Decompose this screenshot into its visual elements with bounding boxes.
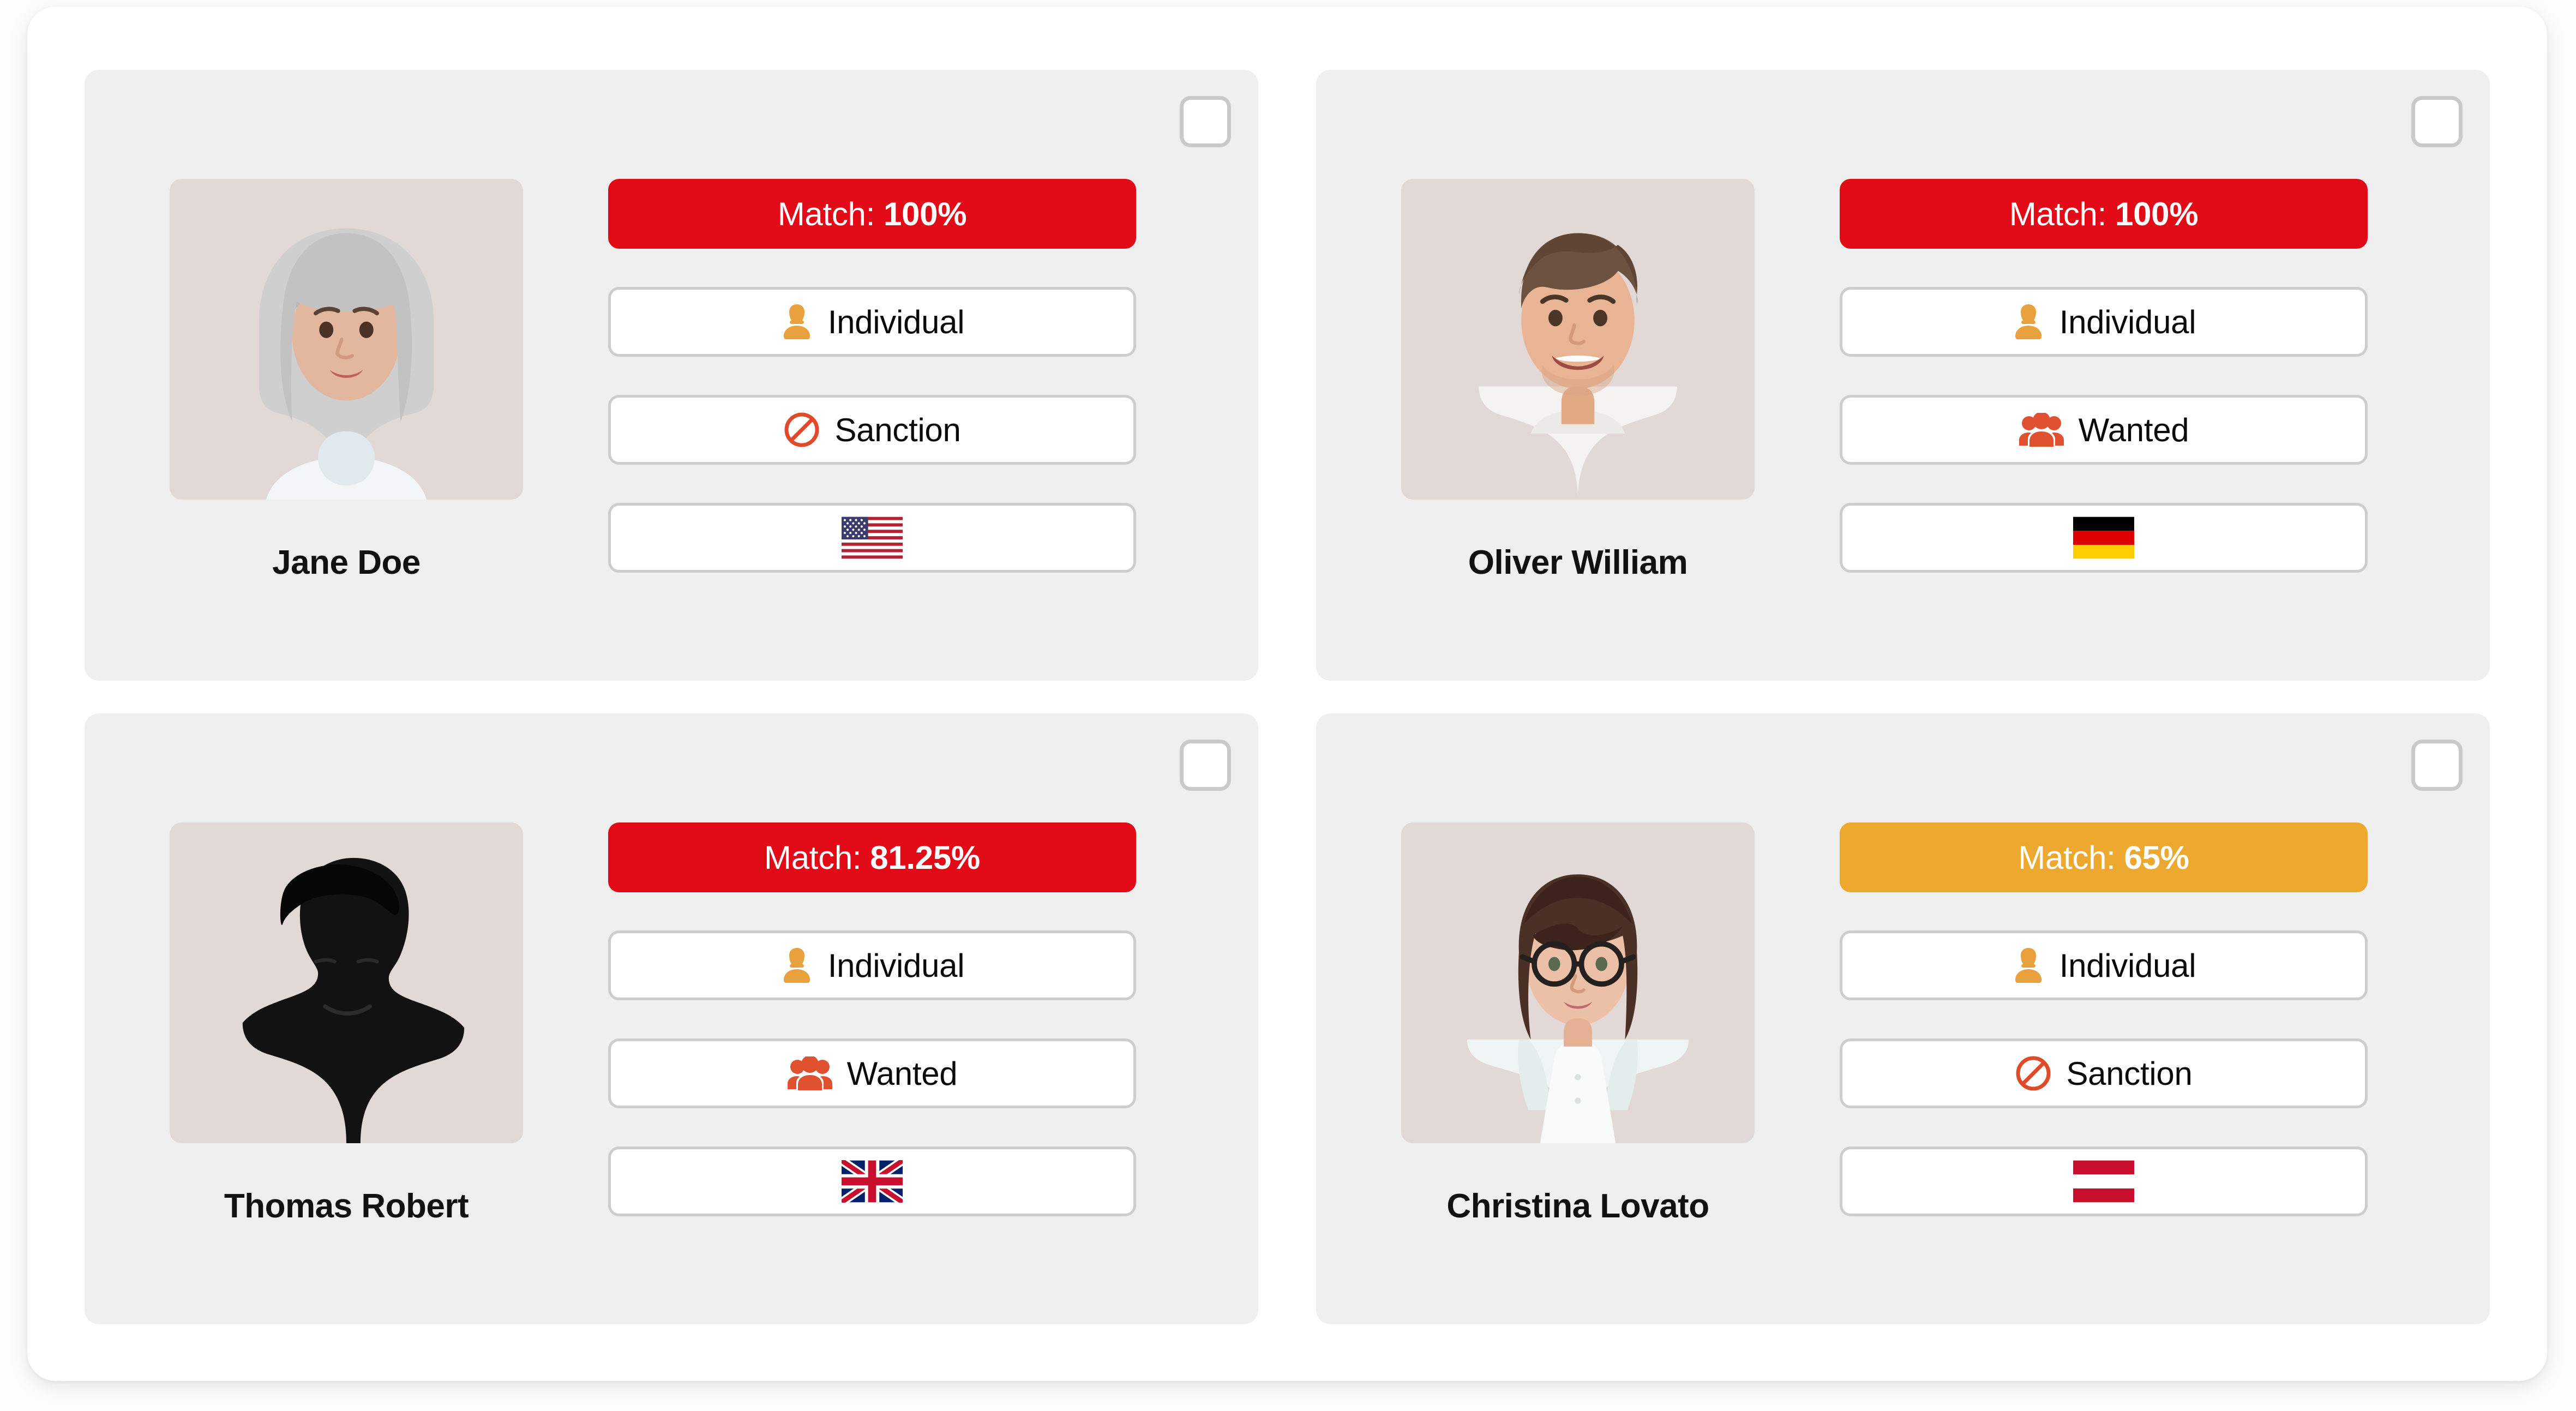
- person-column: Oliver William: [1316, 179, 1840, 582]
- person-name: Jane Doe: [272, 544, 421, 581]
- prohibited-icon: [2015, 1055, 2052, 1092]
- people-group-icon: [787, 1056, 833, 1090]
- match-score-bar: Match: 65%: [1840, 822, 2368, 892]
- person-photo: [1401, 822, 1755, 1143]
- person-column: Thomas Robert: [85, 822, 608, 1226]
- person-photo: [170, 179, 523, 500]
- results-panel: Jane Doe Match: 100% Individual Sanction Oliv…: [27, 7, 2547, 1381]
- list-category-label: Sanction: [2066, 1055, 2193, 1092]
- list-category-label: Wanted: [2078, 411, 2189, 448]
- person-icon: [2011, 946, 2045, 984]
- person-icon: [2011, 303, 2045, 341]
- person-name: Christina Lovato: [1446, 1187, 1709, 1225]
- card-body: Jane Doe Match: 100% Individual Sanction: [85, 70, 1258, 681]
- page-root: Jane Doe Match: 100% Individual Sanction Oliv…: [0, 0, 2576, 1411]
- result-card[interactable]: Oliver William Match: 100% Individual Wanted: [1316, 70, 2490, 681]
- person-name: Thomas Robert: [224, 1187, 469, 1225]
- flag-gb-icon: [842, 1160, 903, 1203]
- flag-at-icon: [2073, 1160, 2134, 1203]
- match-score-bar: Match: 100%: [608, 179, 1136, 249]
- person-photo: [170, 822, 523, 1143]
- person-name: Oliver William: [1468, 544, 1688, 581]
- flag-de-icon: [2073, 517, 2134, 559]
- match-label: Match:: [764, 839, 862, 876]
- list-category-pill[interactable]: Wanted: [608, 1038, 1136, 1108]
- list-category-pill[interactable]: Sanction: [1840, 1038, 2368, 1108]
- match-score-bar: Match: 81.25%: [608, 822, 1136, 892]
- match-value: 100%: [2115, 195, 2199, 232]
- result-card[interactable]: Thomas Robert Match: 81.25% Individual Wante…: [85, 713, 1258, 1324]
- list-category-pill[interactable]: Sanction: [608, 395, 1136, 465]
- result-card[interactable]: Jane Doe Match: 100% Individual Sanction: [85, 70, 1258, 681]
- entity-type-label: Individual: [827, 303, 965, 340]
- card-body: Thomas Robert Match: 81.25% Individual Wante…: [85, 713, 1258, 1324]
- flag-us-icon: [842, 517, 903, 559]
- match-label: Match:: [777, 195, 875, 232]
- match-value: 81.25%: [870, 839, 980, 876]
- list-category-label: Sanction: [834, 411, 961, 448]
- match-value: 100%: [884, 195, 967, 232]
- people-group-icon: [2019, 413, 2064, 447]
- person-photo: [1401, 179, 1755, 500]
- entity-type-pill[interactable]: Individual: [1840, 287, 2368, 357]
- country-pill[interactable]: [1840, 503, 2368, 573]
- list-category-pill[interactable]: Wanted: [1840, 395, 2368, 465]
- entity-type-pill[interactable]: Individual: [1840, 930, 2368, 1000]
- person-icon: [780, 303, 814, 341]
- list-category-label: Wanted: [846, 1055, 958, 1092]
- country-pill[interactable]: [608, 503, 1136, 573]
- entity-type-pill[interactable]: Individual: [608, 930, 1136, 1000]
- info-column: Match: 100% Individual Sanction: [608, 179, 1258, 573]
- info-column: Match: 81.25% Individual Wanted: [608, 822, 1258, 1216]
- entity-type-label: Individual: [2059, 303, 2196, 340]
- entity-type-label: Individual: [2059, 947, 2196, 984]
- match-label: Match:: [2018, 839, 2116, 876]
- results-grid: Jane Doe Match: 100% Individual Sanction Oliv…: [85, 70, 2490, 1324]
- card-body: Christina Lovato Match: 65% Individual Sanct…: [1316, 713, 2490, 1324]
- person-column: Christina Lovato: [1316, 822, 1840, 1226]
- entity-type-pill[interactable]: Individual: [608, 287, 1136, 357]
- person-icon: [780, 946, 814, 984]
- info-column: Match: 65% Individual Sanction: [1840, 822, 2490, 1216]
- entity-type-label: Individual: [827, 947, 965, 984]
- match-label: Match:: [2009, 195, 2107, 232]
- prohibited-icon: [783, 411, 820, 448]
- card-body: Oliver William Match: 100% Individual Wanted: [1316, 70, 2490, 681]
- country-pill[interactable]: [1840, 1146, 2368, 1216]
- result-card[interactable]: Christina Lovato Match: 65% Individual Sanct…: [1316, 713, 2490, 1324]
- match-score-bar: Match: 100%: [1840, 179, 2368, 249]
- match-value: 65%: [2124, 839, 2190, 876]
- info-column: Match: 100% Individual Wanted: [1840, 179, 2490, 573]
- country-pill[interactable]: [608, 1146, 1136, 1216]
- person-column: Jane Doe: [85, 179, 608, 582]
